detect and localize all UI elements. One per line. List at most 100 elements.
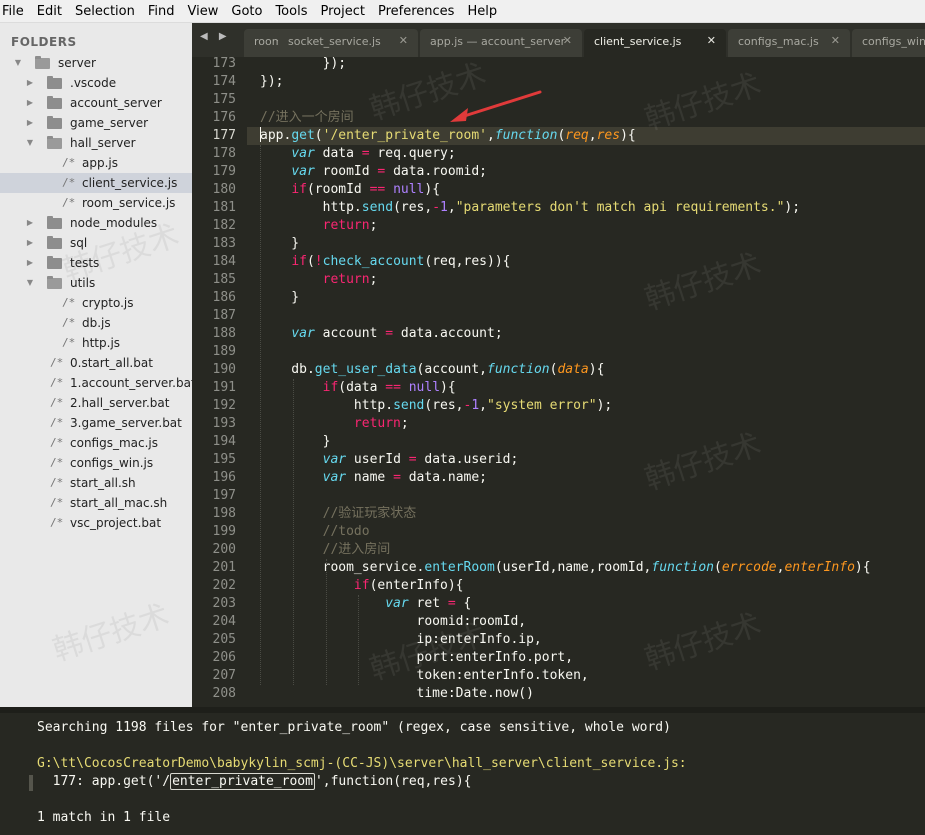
code-line[interactable]: time:Date.now() (260, 685, 534, 703)
close-icon[interactable]: ✕ (831, 34, 840, 47)
tree-file[interactable]: /* start_all_mac.sh (0, 493, 192, 513)
tree-file[interactable]: /* app.js (0, 153, 192, 173)
menu-bar: File Edit Selection Find View Goto Tools Projec… (0, 0, 925, 23)
code-line[interactable]: return; (260, 415, 409, 433)
tree-file[interactable]: /* configs_win.js (0, 453, 192, 473)
chevron-right-icon[interactable]: ▶ (25, 213, 35, 233)
code-line[interactable]: var account = data.account; (260, 325, 502, 343)
line-number: 174 (212, 74, 236, 89)
tree-folder[interactable]: ▼ hall_server (0, 133, 192, 153)
close-icon[interactable]: ✕ (563, 34, 572, 47)
tab[interactable]: configs_mac.js ✕ (728, 29, 850, 57)
tab-nav-arrows-icon[interactable]: ◀ ▶ (200, 31, 231, 42)
tab-label: client_service.js (594, 35, 682, 48)
menu-file[interactable]: File (0, 0, 31, 23)
chevron-down-icon[interactable]: ▼ (13, 53, 23, 73)
match-suffix: ',function(req,res){ (314, 774, 472, 789)
code-editor[interactable]: 173 174 175 176 177 178 179 180 181 182 183 184 185 1… (192, 57, 925, 707)
menu-help[interactable]: Help (461, 0, 504, 23)
result-file-path[interactable]: G:\tt\CocosCreatorDemo\babykylin_scmj-(C… (37, 755, 687, 773)
code-line[interactable]: roomid:roomId, (260, 613, 527, 631)
menu-project[interactable]: Project (314, 0, 371, 23)
chevron-right-icon[interactable]: ▶ (25, 253, 35, 273)
line-number: 195 (212, 452, 236, 467)
code-line[interactable]: port:enterInfo.port, (260, 649, 574, 667)
tree-file[interactable]: /* vsc_project.bat (0, 513, 192, 533)
menu-tools[interactable]: Tools (269, 0, 314, 23)
code-line[interactable]: if(enterInfo){ (260, 577, 464, 595)
tree-folder[interactable]: ▶ account_server (0, 93, 192, 113)
tree-file[interactable]: /* configs_mac.js (0, 433, 192, 453)
code-line[interactable]: var name = data.name; (260, 469, 487, 487)
code-line[interactable]: ip:enterInfo.ip, (260, 631, 542, 649)
watermark: 韩仔技术 (640, 607, 766, 678)
tree-folder[interactable]: ▶ node_modules (0, 213, 192, 233)
code-line[interactable]: //进入房间 (260, 541, 391, 559)
tree-folder[interactable]: ▶ sql (0, 233, 192, 253)
code-line[interactable]: var ret = { (260, 595, 471, 613)
tree-label: 1.account_server.bat (70, 376, 192, 390)
chevron-right-icon[interactable]: ▶ (25, 73, 35, 93)
tree-file[interactable]: /* 2.hall_server.bat (0, 393, 192, 413)
code-line[interactable]: } (260, 289, 299, 307)
code-line[interactable]: if(!check_account(req,res)){ (260, 253, 510, 271)
chevron-right-icon[interactable]: ▶ (25, 233, 35, 253)
chevron-right-icon[interactable]: ▶ (25, 113, 35, 133)
tab[interactable]: client_service.js ✕ (584, 29, 726, 57)
code-line[interactable]: token:enterInfo.token, (260, 667, 589, 685)
chevron-right-icon[interactable]: ▶ (25, 93, 35, 113)
menu-find[interactable]: Find (142, 0, 182, 23)
code-line[interactable]: }); (260, 57, 346, 73)
line-number: 180 (212, 182, 236, 197)
tree-file[interactable]: /* 0.start_all.bat (0, 353, 192, 373)
tree-file[interactable]: /* start_all.sh (0, 473, 192, 493)
tree-folder[interactable]: ▼ server (0, 53, 192, 73)
close-icon[interactable]: ✕ (399, 34, 408, 47)
menu-goto[interactable]: Goto (225, 0, 269, 23)
code-line[interactable]: room_service.enterRoom(userId,name,roomI… (260, 559, 871, 577)
menu-view[interactable]: View (182, 0, 226, 23)
tab[interactable]: app.js — account_server ✕ (420, 29, 582, 57)
code-line[interactable]: return; (260, 271, 378, 289)
tree-file[interactable]: /* client_service.js (0, 173, 192, 193)
tree-file[interactable]: /* crypto.js (0, 293, 192, 313)
tree-folder[interactable]: ▼ utils (0, 273, 192, 293)
find-results-panel[interactable]: Searching 1198 files for "enter_private_… (0, 707, 925, 835)
tree-file[interactable]: /* 1.account_server.bat (0, 373, 192, 393)
tree-folder[interactable]: ▶ .vscode (0, 73, 192, 93)
tree-file[interactable]: /* 3.game_server.bat (0, 413, 192, 433)
code-line[interactable]: http.send(res,-1,"system error"); (260, 397, 612, 415)
tree-folder[interactable]: ▶ game_server (0, 113, 192, 133)
tree-file[interactable]: /* db.js (0, 313, 192, 333)
tab[interactable]: configs_win (852, 29, 925, 57)
code-line[interactable]: //验证玩家状态 (260, 505, 417, 523)
chevron-down-icon[interactable]: ▼ (25, 133, 35, 153)
menu-edit[interactable]: Edit (31, 0, 69, 23)
code-line[interactable]: if(roomId == null){ (260, 181, 440, 199)
close-icon[interactable]: ✕ (707, 34, 716, 47)
result-match-line[interactable]: 177: app.get('/enter_private_room ',funct… (37, 773, 472, 791)
code-line[interactable]: var data = req.query; (260, 145, 455, 163)
code-line[interactable]: }); (260, 73, 283, 91)
code-line[interactable]: return; (260, 217, 378, 235)
chevron-down-icon[interactable]: ▼ (25, 273, 35, 293)
code-line[interactable]: } (260, 433, 331, 451)
code-line[interactable]: var userId = data.userid; (260, 451, 519, 469)
code-line[interactable]: db.get_user_data(account,function(data){ (260, 361, 604, 379)
tree-file[interactable]: /* room_service.js (0, 193, 192, 213)
tree-label: app.js (82, 156, 118, 170)
code-line[interactable]: if(data == null){ (260, 379, 456, 397)
line-number: 176 (212, 110, 236, 125)
menu-selection[interactable]: Selection (69, 0, 142, 23)
code-line[interactable]: //进入一个房间 (260, 109, 354, 127)
code-line[interactable]: } (260, 235, 299, 253)
tab[interactable]: socket_service.js ✕ (278, 29, 418, 57)
code-line[interactable]: app.get('/enter_private_room',function(r… (260, 127, 636, 145)
tree-file[interactable]: /* http.js (0, 333, 192, 353)
tab-label: app.js — account_server (430, 35, 566, 48)
menu-preferences[interactable]: Preferences (372, 0, 461, 23)
tree-folder[interactable]: ▶ tests (0, 253, 192, 273)
code-line[interactable]: var roomId = data.roomid; (260, 163, 487, 181)
code-line[interactable]: //todo (260, 523, 370, 541)
code-line[interactable]: http.send(res,-1,"parameters don't match… (260, 199, 800, 217)
